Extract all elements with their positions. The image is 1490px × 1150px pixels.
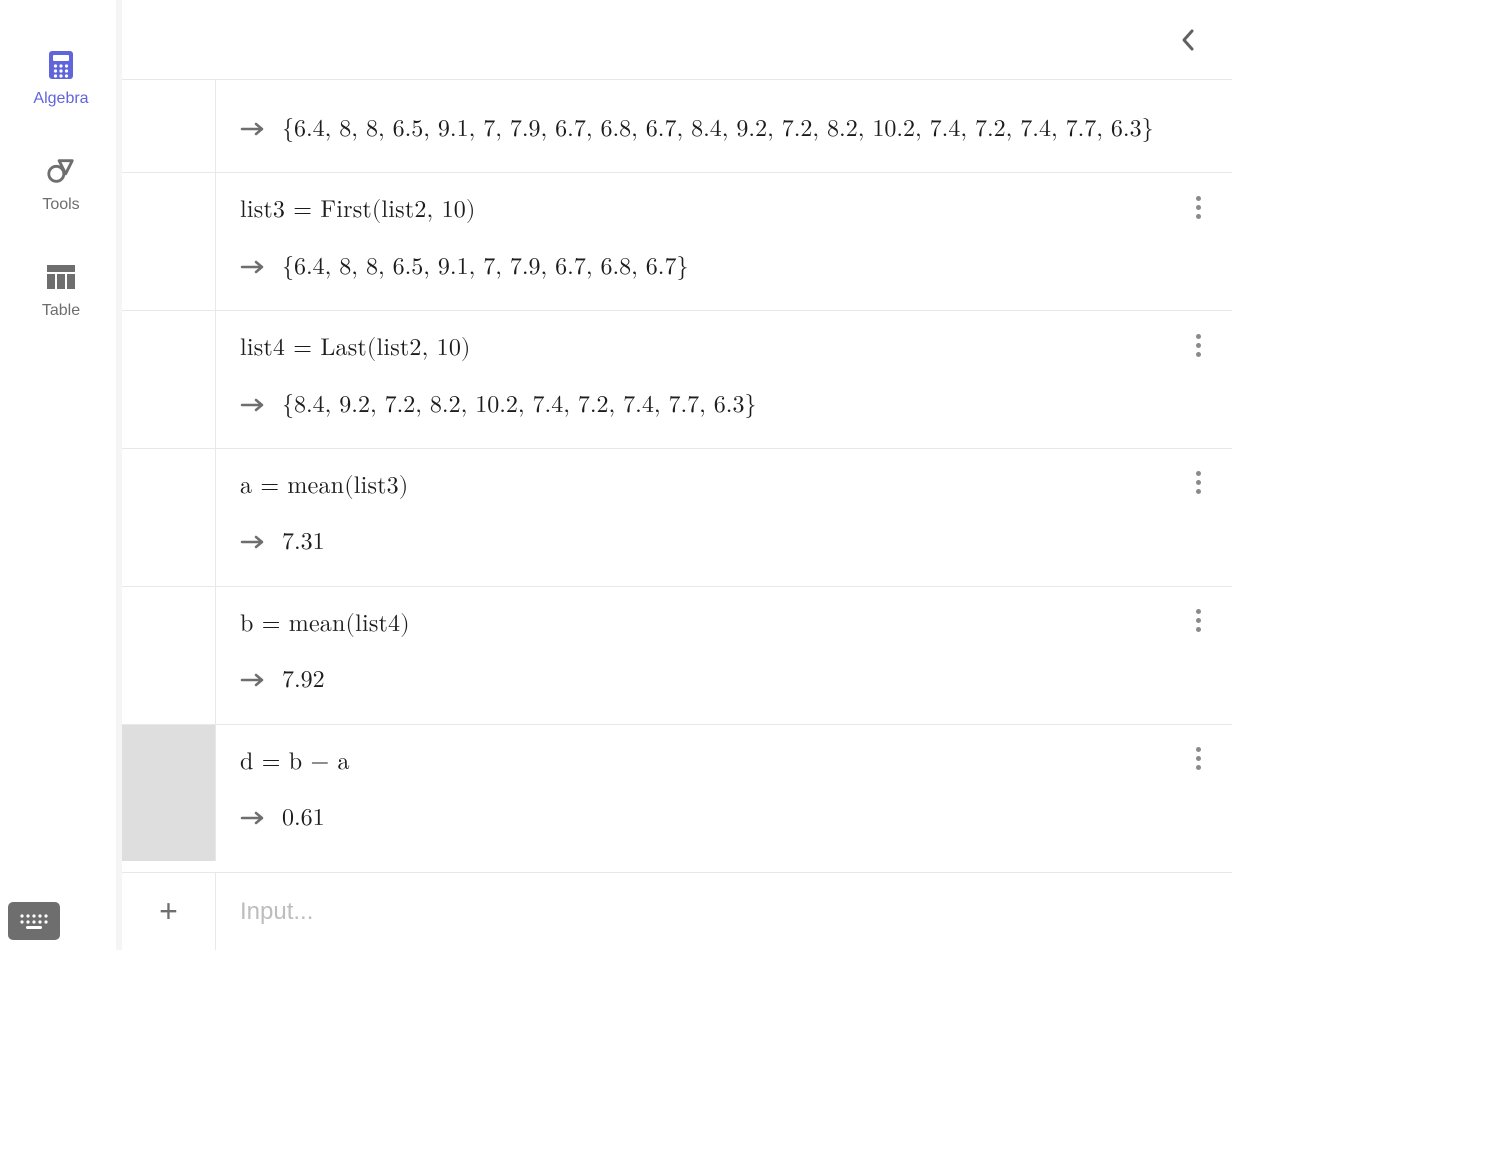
algebra-row[interactable]: d = b − a 0.61 (122, 725, 1232, 862)
calculator-icon (46, 50, 76, 80)
result-arrow-icon (240, 661, 268, 699)
topbar (122, 0, 1232, 80)
row-gutter[interactable] (122, 173, 216, 310)
row-more-button[interactable] (1184, 331, 1212, 359)
nav-label: Algebra (33, 90, 88, 108)
row-gutter[interactable] (122, 311, 216, 448)
row-gutter[interactable] (122, 80, 216, 172)
row-expression: b = mean(list4) (240, 605, 1208, 643)
plus-icon: + (159, 893, 178, 930)
result-arrow-icon (240, 799, 268, 837)
row-result: {6.4, 8, 8, 6.5, 9.1, 7, 7.9, 6.7, 6.8, … (282, 248, 688, 286)
row-gutter[interactable] (122, 449, 216, 586)
row-result: {8.4, 9.2, 7.2, 8.2, 10.2, 7.4, 7.2, 7.4… (282, 386, 756, 424)
algebra-row[interactable]: list3 = First(list2, 10) {6.4, 8, 8, 6.5… (122, 173, 1232, 311)
result-arrow-icon (240, 523, 268, 561)
row-result: 7.31 (282, 523, 325, 561)
row-more-button[interactable] (1184, 193, 1212, 221)
result-arrow-icon (240, 248, 268, 286)
row-result: 7.92 (282, 661, 325, 699)
more-vertical-icon (1196, 334, 1201, 357)
algebra-row[interactable]: a = mean(list3) 7.31 (122, 449, 1232, 587)
more-vertical-icon (1196, 609, 1201, 632)
row-content[interactable]: {6.4, 8, 8, 6.5, 9.1, 7, 7.9, 6.7, 6.8, … (216, 80, 1232, 172)
row-result: {6.4, 8, 8, 6.5, 9.1, 7, 7.9, 6.7, 6.8, … (282, 110, 1154, 148)
more-vertical-icon (1196, 471, 1201, 494)
more-vertical-icon (1196, 196, 1201, 219)
expression-input[interactable] (216, 873, 1232, 950)
add-row-button[interactable]: + (122, 873, 216, 950)
chevron-left-icon (1180, 28, 1196, 52)
keyboard-icon (17, 911, 51, 931)
nav-label: Table (42, 302, 80, 320)
nav-label: Tools (42, 196, 79, 214)
row-content[interactable]: b = mean(list4) 7.92 (216, 587, 1232, 724)
collapse-button[interactable] (1172, 24, 1204, 56)
row-content[interactable]: d = b − a 0.61 (216, 725, 1232, 862)
row-content[interactable]: list4 = Last(list2, 10) {8.4, 9.2, 7.2, … (216, 311, 1232, 448)
row-gutter[interactable] (122, 587, 216, 724)
row-expression: list4 = Last(list2, 10) (240, 329, 1208, 367)
row-more-button[interactable] (1184, 607, 1212, 635)
tools-icon (46, 156, 76, 186)
algebra-row[interactable]: list4 = Last(list2, 10) {8.4, 9.2, 7.2, … (122, 311, 1232, 449)
row-expression: list3 = First(list2, 10) (240, 191, 1208, 229)
row-content[interactable]: list3 = First(list2, 10) {6.4, 8, 8, 6.5… (216, 173, 1232, 310)
input-row: + (122, 872, 1232, 950)
main-panel: {6.4, 8, 8, 6.5, 9.1, 7, 7.9, 6.7, 6.8, … (122, 0, 1232, 950)
nav-table[interactable]: Table (42, 262, 80, 320)
row-gutter[interactable] (122, 725, 216, 862)
row-expression: d = b − a (240, 743, 1208, 781)
sidebar: Algebra Tools Table (0, 0, 122, 950)
more-vertical-icon (1196, 747, 1201, 770)
algebra-row[interactable]: {6.4, 8, 8, 6.5, 9.1, 7, 7.9, 6.7, 6.8, … (122, 80, 1232, 173)
row-more-button[interactable] (1184, 745, 1212, 773)
keyboard-toggle-button[interactable] (8, 902, 60, 940)
table-icon (46, 262, 76, 292)
nav-algebra[interactable]: Algebra (33, 50, 88, 108)
row-more-button[interactable] (1184, 469, 1212, 497)
result-arrow-icon (240, 386, 268, 424)
row-content[interactable]: a = mean(list3) 7.31 (216, 449, 1232, 586)
algebra-rows: {6.4, 8, 8, 6.5, 9.1, 7, 7.9, 6.7, 6.8, … (122, 80, 1232, 872)
row-expression: a = mean(list3) (240, 467, 1208, 505)
algebra-row[interactable]: b = mean(list4) 7.92 (122, 587, 1232, 725)
row-result: 0.61 (282, 799, 325, 837)
nav-tools[interactable]: Tools (42, 156, 79, 214)
result-arrow-icon (240, 110, 268, 148)
